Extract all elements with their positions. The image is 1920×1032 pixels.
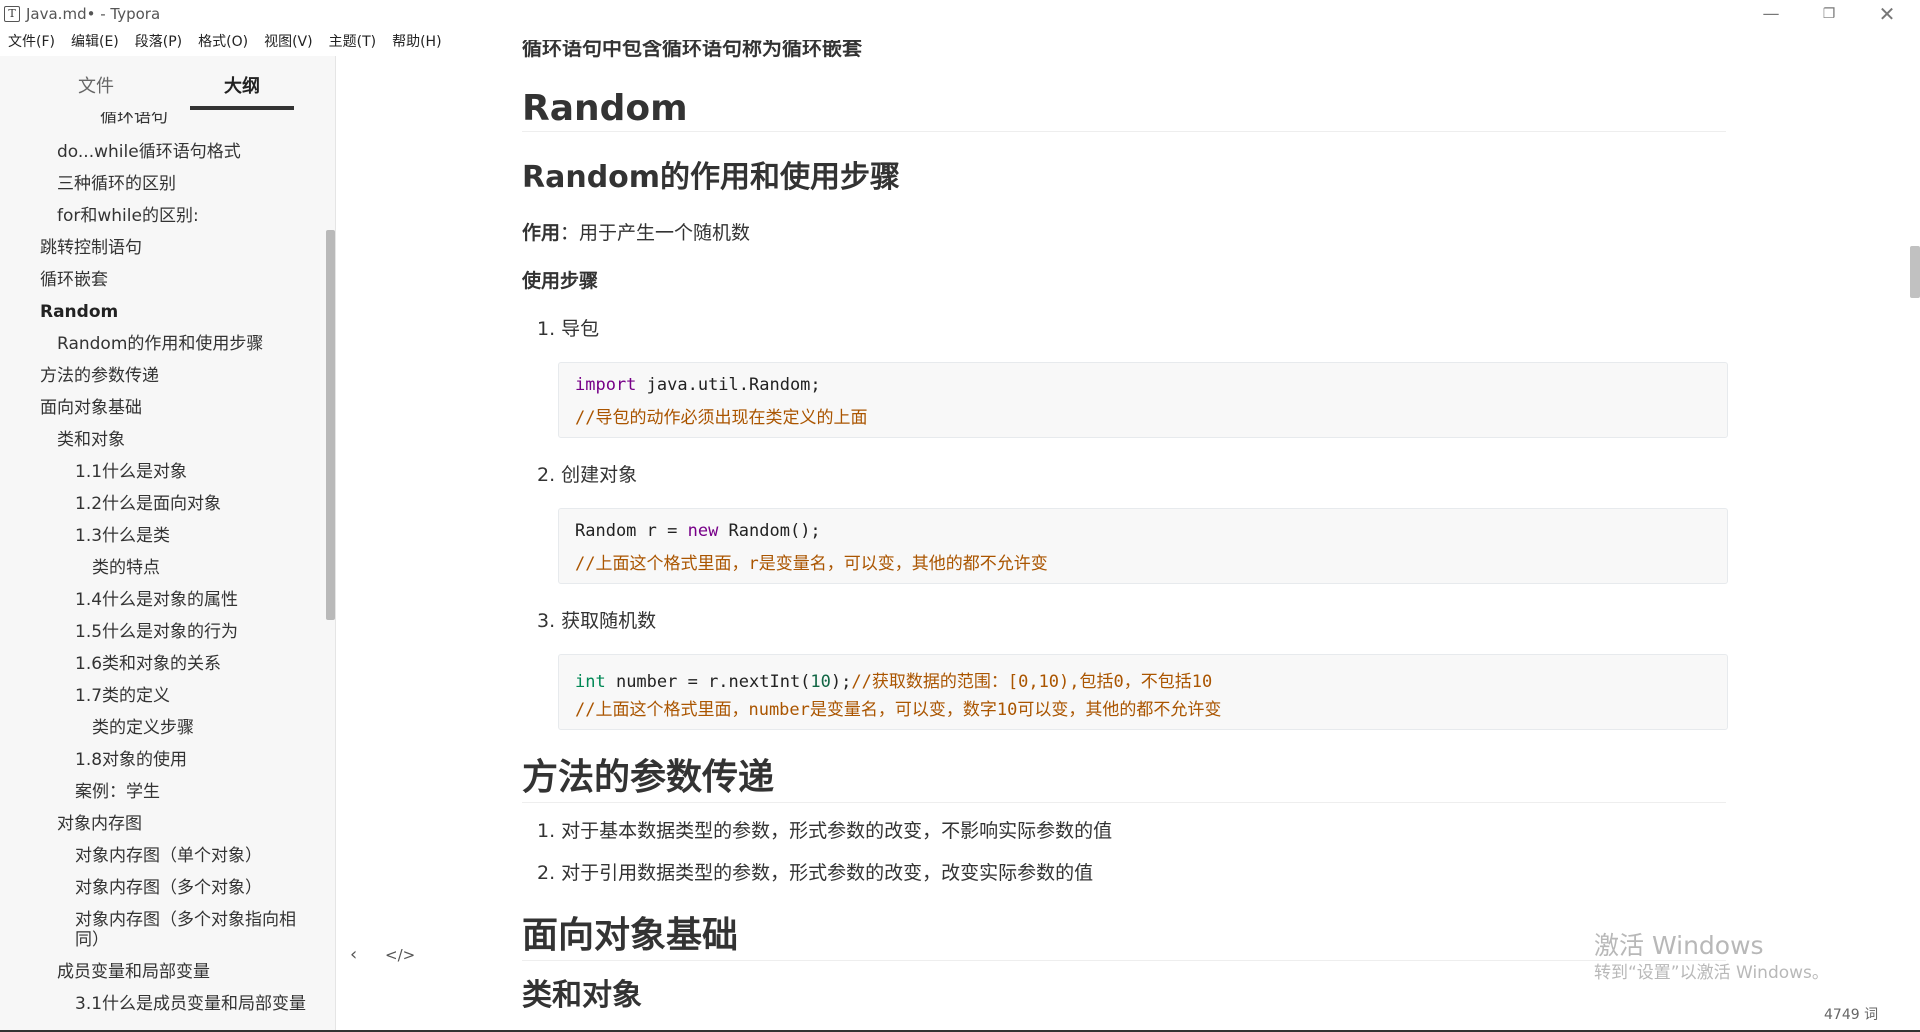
sidebar-scrollbar[interactable] <box>326 230 335 620</box>
menu-help[interactable]: 帮助(H) <box>384 30 449 54</box>
sidebar-tabs: 文件 大纲 <box>0 56 335 114</box>
typora-app-icon: T <box>4 6 20 22</box>
tab-outline[interactable]: 大纲 <box>224 72 260 98</box>
heading-class-object: 类和对象 <box>522 978 642 1013</box>
menu-edit[interactable]: 编辑(E) <box>63 30 127 54</box>
outline-item[interactable]: 对象内存图（多个对象指向相同） <box>0 904 310 956</box>
outline-item[interactable]: 1.3什么是类 <box>0 520 310 552</box>
heading-random-usage: Random的作用和使用步骤 <box>522 160 901 195</box>
outline-item[interactable]: 对象内存图（多个对象） <box>0 872 310 904</box>
purpose-label: 作用 <box>522 222 561 244</box>
list-item-step3: 3. 获取随机数 <box>537 610 657 632</box>
menu-view[interactable]: 视图(V) <box>256 30 321 54</box>
outline-item[interactable]: 1.8对象的使用 <box>0 744 310 776</box>
activation-watermark-title: 激活 Windows <box>1594 931 1764 960</box>
code-comment: //上面这个格式里面，number是变量名，可以变，数字10可以变，其他的都不允… <box>575 700 1222 720</box>
outline-item[interactable]: 循环嵌套 <box>0 264 310 296</box>
code-block-create[interactable]: Random r = new Random(); //上面这个格式里面，r是变量… <box>558 508 1728 584</box>
menu-bar: 文件(F) 编辑(E) 段落(P) 格式(O) 视图(V) 主题(T) 帮助(H) <box>0 30 450 54</box>
heading-random: Random <box>522 88 1726 132</box>
outline-cut-item: 循环语句 <box>100 112 168 126</box>
list-item-param1: 1. 对于基本数据类型的参数，形式参数的改变，不影响实际参数的值 <box>537 820 1113 842</box>
outline-item[interactable]: 1.4什么是对象的属性 <box>0 584 310 616</box>
editor-scrollbar[interactable] <box>1910 246 1920 298</box>
outline-item[interactable]: 1.1什么是对象 <box>0 456 310 488</box>
minimize-button[interactable]: — <box>1742 0 1800 28</box>
purpose-text: ：用于产生一个随机数 <box>560 222 751 244</box>
code-block-import[interactable]: import java.util.Random; //导包的动作必须出现在类定义… <box>558 362 1728 438</box>
title-bar: T Java.md• - Typora — ❐ ✕ <box>0 0 1920 28</box>
source-code-mode-icon[interactable]: </> <box>385 946 415 964</box>
code-line: Random r = new Random(); <box>575 521 821 541</box>
outline-item[interactable]: 1.6类和对象的关系 <box>0 648 310 680</box>
outline-item[interactable]: 1.5什么是对象的行为 <box>0 616 310 648</box>
code-block-random[interactable]: int number = r.nextInt(10);//获取数据的范围：[0,… <box>558 654 1728 730</box>
activation-watermark-subtitle: 转到“设置”以激活 Windows。 <box>1594 963 1829 983</box>
outline-item[interactable]: Random <box>0 296 310 328</box>
outline-item[interactable]: 1.2什么是面向对象 <box>0 488 310 520</box>
outline-item[interactable]: do...while循环语句格式 <box>0 136 310 168</box>
chevron-left-icon[interactable]: ‹ <box>350 944 357 965</box>
steps-label: 使用步骤 <box>522 270 599 292</box>
tab-files[interactable]: 文件 <box>78 72 114 98</box>
code-comment: //导包的动作必须出现在类定义的上面 <box>575 408 868 428</box>
outline-item[interactable]: 类的特点 <box>0 552 310 584</box>
menu-theme[interactable]: 主题(T) <box>321 30 384 54</box>
menu-format[interactable]: 格式(O) <box>190 30 256 54</box>
menu-paragraph[interactable]: 段落(P) <box>127 30 190 54</box>
window-title: Java.md• - Typora <box>26 5 161 23</box>
code-comment: //上面这个格式里面，r是变量名，可以变，其他的都不允许变 <box>575 554 1048 574</box>
outline-item[interactable]: 跳转控制语句 <box>0 232 310 264</box>
outline-item[interactable]: 方法的参数传递 <box>0 360 310 392</box>
active-tab-indicator <box>190 106 294 110</box>
outline-item[interactable]: 3.1什么是成员变量和局部变量 <box>0 988 310 1020</box>
close-button[interactable]: ✕ <box>1858 0 1916 28</box>
word-count[interactable]: 4749 词 <box>1824 1004 1878 1024</box>
outline-item[interactable]: 三种循环的区别 <box>0 168 310 200</box>
code-line: int number = r.nextInt(10);//获取数据的范围：[0,… <box>575 672 1213 692</box>
list-item-step1: 1. 导包 <box>537 318 600 340</box>
code-line: import java.util.Random; <box>575 375 821 395</box>
list-item-step2: 2. 创建对象 <box>537 464 638 486</box>
heading-oop-basics: 面向对象基础 <box>522 906 1726 961</box>
list-item-param2: 2. 对于引用数据类型的参数，形式参数的改变，改变实际参数的值 <box>537 862 1094 884</box>
outline-item[interactable]: 对象内存图 <box>0 808 310 840</box>
maximize-button[interactable]: ❐ <box>1800 0 1858 28</box>
menu-file[interactable]: 文件(F) <box>0 30 63 54</box>
outline-item[interactable]: 成员变量和局部变量 <box>0 956 310 988</box>
sidebar: 文件 大纲 循环语句 do...while循环语句格式 三种循环的区别 for和wh… <box>0 56 336 1032</box>
outline-item[interactable]: for和while的区别: <box>0 200 310 232</box>
heading-param-passing: 方法的参数传递 <box>522 748 1726 803</box>
outline-item[interactable]: Random的作用和使用步骤 <box>0 328 310 360</box>
outline-item[interactable]: 案例：学生 <box>0 776 310 808</box>
outline-item[interactable]: 对象内存图（单个对象） <box>0 840 310 872</box>
outline-tree: do...while循环语句格式 三种循环的区别 for和while的区别: 跳转控制… <box>0 136 320 1020</box>
outline-item[interactable]: 面向对象基础 <box>0 392 310 424</box>
purpose-paragraph: 作用：用于产生一个随机数 <box>522 218 750 245</box>
outline-item[interactable]: 类和对象 <box>0 424 310 456</box>
cut-off-paragraph: 循环语句中包含循环语句称为循环嵌套 <box>522 40 862 60</box>
outline-item[interactable]: 1.7类的定义 <box>0 680 310 712</box>
outline-item[interactable]: 类的定义步骤 <box>0 712 310 744</box>
